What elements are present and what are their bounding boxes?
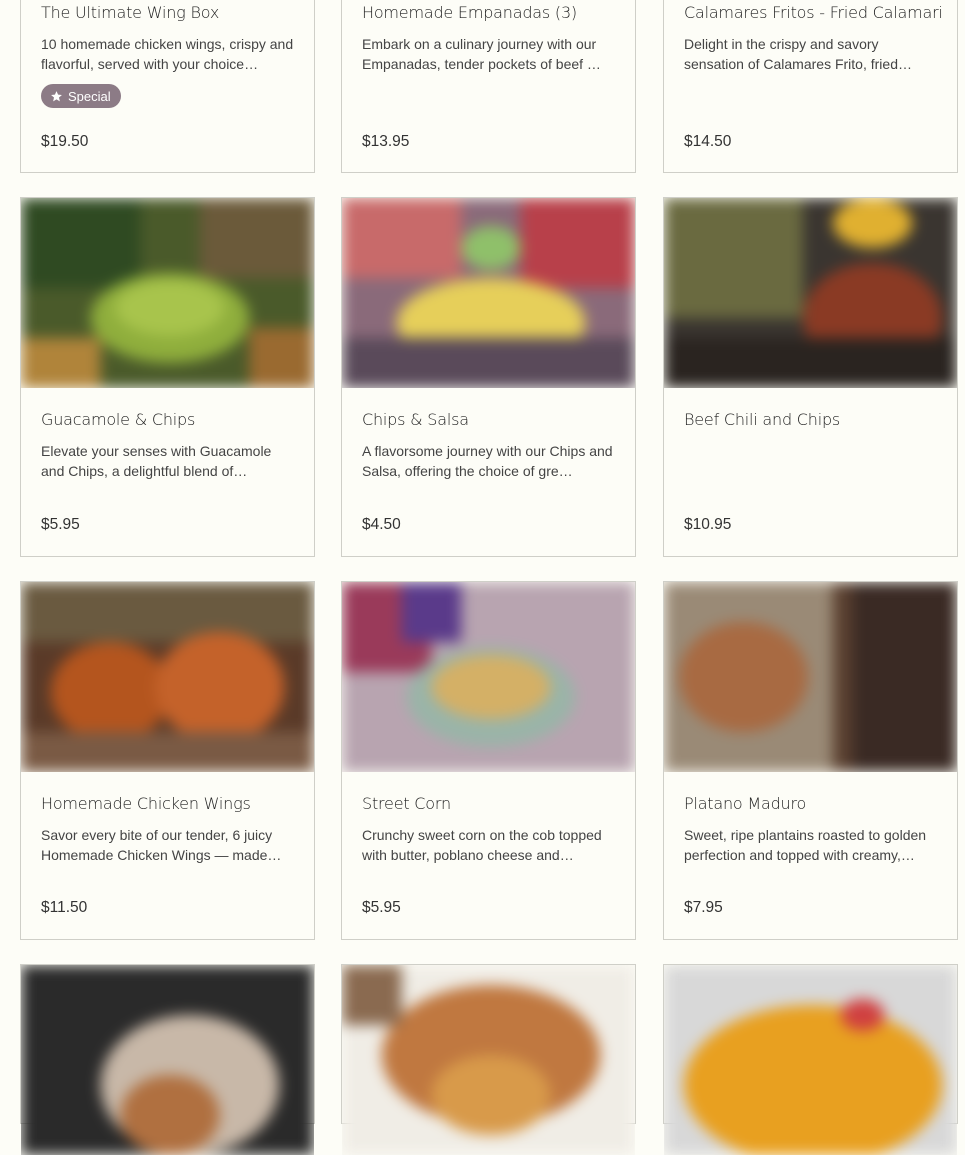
item-name: Calamares Fritos - Fried Calamari: [684, 3, 943, 22]
item-price: $19.50: [41, 133, 89, 150]
item-description: Embark on a culinary journey with our Em…: [362, 36, 601, 72]
food-image: [342, 965, 635, 1155]
item-name: Guacamole & Chips: [41, 410, 196, 429]
item-description: 10 homemade chicken wings, crispy and fl…: [41, 36, 294, 72]
menu-card[interactable]: [341, 964, 636, 1155]
item-description: A flavorsome journey with our Chips and …: [362, 443, 613, 479]
food-image: [21, 965, 314, 1155]
item-price: $14.50: [684, 133, 732, 150]
item-description: Sweet, ripe plantains roasted to golden …: [684, 827, 927, 863]
food-image: [21, 582, 314, 772]
item-price: $7.95: [684, 899, 723, 916]
item-name: The Ultimate Wing Box: [41, 3, 220, 22]
menu-card[interactable]: Platano Maduro Sweet, ripe plantains roa…: [663, 581, 958, 940]
item-description: Savor every bite of our tender, 6 juicy …: [41, 827, 282, 863]
item-price: $4.50: [362, 516, 401, 533]
food-image: [342, 582, 635, 772]
item-name: Homemade Chicken Wings: [41, 794, 251, 813]
item-price: $5.95: [362, 899, 401, 916]
badge-label: Special: [68, 88, 111, 104]
menu-card[interactable]: [20, 964, 315, 1155]
food-image: [664, 965, 957, 1155]
item-name: Chips & Salsa: [362, 410, 469, 429]
menu-card[interactable]: Calamares Fritos - Fried Calamari Deligh…: [663, 0, 958, 173]
item-price: $11.50: [41, 899, 88, 916]
food-image: [342, 198, 635, 388]
menu-card[interactable]: Beef Chili and Chips $10.95: [663, 197, 958, 557]
menu-card[interactable]: The Ultimate Wing Box 10 homemade chicke…: [20, 0, 315, 173]
menu-card[interactable]: Street Corn Crunchy sweet corn on the co…: [341, 581, 636, 940]
item-name: Homemade Empanadas (3): [362, 3, 577, 22]
item-description: Elevate your senses with Guacamole and C…: [41, 443, 272, 479]
item-name: Platano Maduro: [684, 794, 807, 813]
food-image: [664, 198, 957, 388]
item-description: Delight in the crispy and savory sensati…: [684, 36, 912, 72]
item-name: Street Corn: [362, 794, 451, 813]
item-price: $10.95: [684, 516, 732, 533]
menu-card[interactable]: Homemade Chicken Wings Savor every bite …: [20, 581, 315, 940]
star-icon: [51, 90, 62, 101]
food-image: [664, 582, 957, 772]
menu-card[interactable]: [663, 964, 958, 1155]
menu-card[interactable]: Chips & Salsa A flavorsome journey with …: [341, 197, 636, 557]
item-description: Crunchy sweet corn on the cob topped wit…: [362, 827, 602, 863]
item-price: $5.95: [41, 516, 80, 533]
special-badge: Special: [41, 84, 121, 108]
item-name: Beef Chili and Chips: [684, 410, 841, 429]
menu-card[interactable]: Homemade Empanadas (3) Embark on a culin…: [341, 0, 636, 173]
menu-card[interactable]: Guacamole & Chips Elevate your senses wi…: [20, 197, 315, 557]
food-image: [21, 198, 314, 388]
item-price: $13.95: [362, 133, 410, 150]
